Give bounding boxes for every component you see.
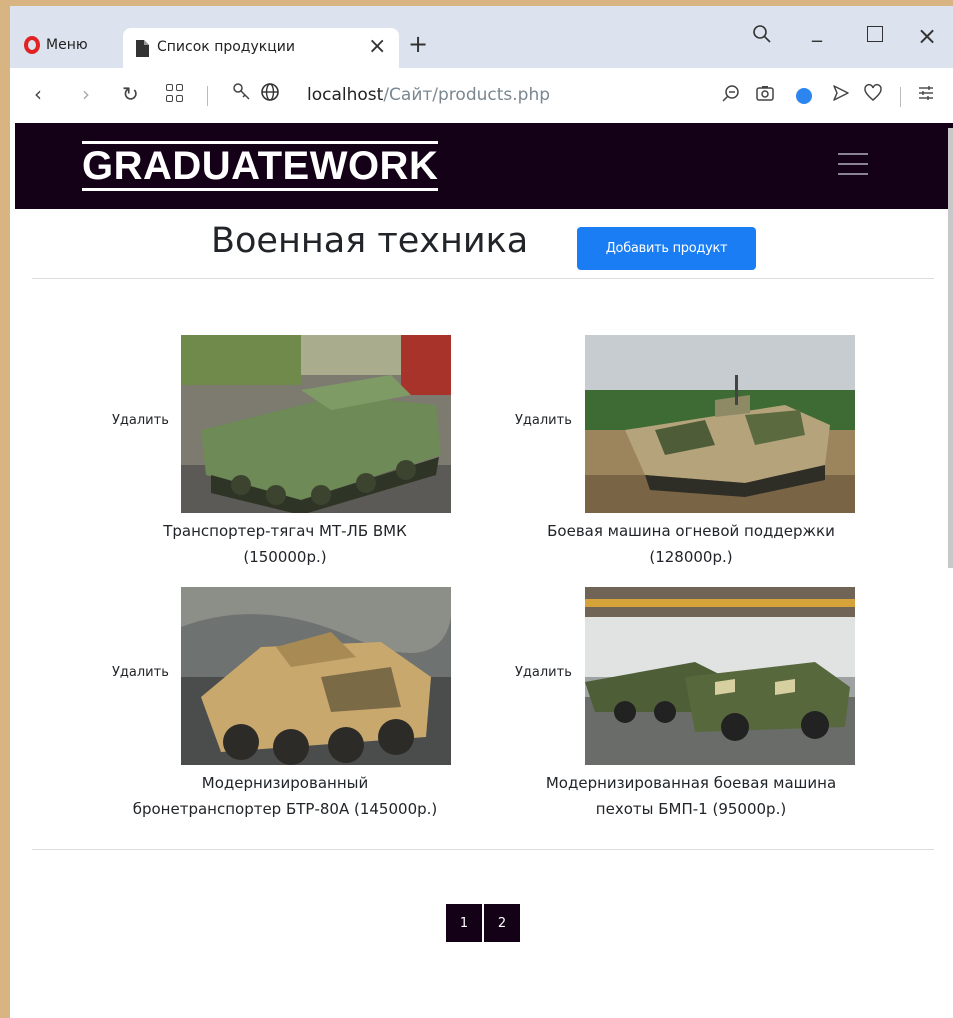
globe-icon[interactable]: [260, 82, 280, 102]
divider: [900, 87, 901, 107]
easy-setup-icon[interactable]: [916, 83, 936, 103]
product-name: Транспортер-тягач МТ-ЛБ ВМК: [163, 522, 407, 540]
adblock-shield-icon[interactable]: [796, 88, 812, 104]
opera-menu-button[interactable]: Меню: [24, 33, 88, 57]
product-price: (128000р.): [649, 548, 733, 566]
product-card: Удалить Транспортер-тягач МТ-ЛБ ВМК (150…: [70, 335, 500, 575]
site-brand[interactable]: GRADUATEWORK: [82, 141, 439, 191]
close-window-icon[interactable]: ×: [917, 22, 937, 50]
heart-icon[interactable]: [863, 83, 883, 103]
key-icon[interactable]: [232, 82, 252, 102]
product-caption: Модернизированный бронетранспортер БТР-8…: [70, 770, 500, 822]
url-field[interactable]: localhost/Сайт/products.php: [307, 85, 550, 105]
page-icon: [136, 40, 149, 57]
product-image[interactable]: [181, 335, 451, 513]
product-caption: Транспортер-тягач МТ-ЛБ ВМК (150000р.): [70, 518, 500, 570]
snapshot-icon[interactable]: [755, 83, 775, 103]
zoom-icon[interactable]: [721, 83, 741, 103]
product-name: Модернизированная боевая машина: [545, 774, 837, 792]
product-card: Удалить Модернизированный бронетранспорт…: [70, 587, 500, 827]
product-image[interactable]: [585, 335, 855, 513]
menu-label: Меню: [46, 37, 88, 53]
reload-icon[interactable]: ↻: [122, 82, 139, 106]
product-name: Боевая машина огневой поддержки: [547, 522, 835, 540]
close-tab-icon[interactable]: ×: [368, 34, 386, 59]
hamburger-menu-icon[interactable]: [838, 153, 868, 175]
tab-strip: Меню Список продукции × + _ ×: [10, 6, 953, 68]
page-content: GRADUATEWORK Военная техника Добавить пр…: [10, 123, 953, 1018]
divider: [32, 849, 934, 850]
forward-icon[interactable]: ›: [82, 82, 90, 106]
new-tab-icon[interactable]: +: [408, 30, 428, 58]
product-price: бронетранспортер БТР-80А (145000р.): [132, 800, 438, 818]
product-price: пехоты БМП-1 (95000р.): [595, 800, 787, 818]
product-card: Удалить Боевая машина огневой поддержки …: [476, 335, 906, 575]
add-product-button[interactable]: Добавить продукт: [577, 227, 756, 270]
page-title: Военная техника: [211, 221, 529, 261]
divider: [32, 278, 934, 279]
product-image[interactable]: [181, 587, 451, 765]
product-caption: Боевая машина огневой поддержки (128000р…: [476, 518, 906, 570]
minimize-icon[interactable]: _: [812, 18, 822, 42]
product-price: (150000р.): [243, 548, 327, 566]
browser-window: Меню Список продукции × + _ × ‹ › ↻ loca…: [10, 6, 953, 1018]
page-2-button[interactable]: 2: [484, 904, 520, 942]
delete-link[interactable]: Удалить: [515, 413, 572, 428]
tab-products[interactable]: Список продукции ×: [123, 28, 399, 68]
site-navbar: GRADUATEWORK: [15, 123, 953, 209]
address-bar: ‹ › ↻ localhost/Сайт/products.php: [10, 68, 953, 123]
send-icon[interactable]: [831, 83, 851, 103]
back-icon[interactable]: ‹: [34, 82, 42, 106]
opera-logo-icon: [24, 36, 40, 54]
product-name: Модернизированный: [201, 774, 369, 792]
speed-dial-icon[interactable]: [166, 84, 184, 102]
product-card: Удалить Модернизированная боевая машина …: [476, 587, 906, 827]
pagination: 1 2: [446, 904, 520, 942]
scrollbar[interactable]: [948, 128, 953, 568]
maximize-icon[interactable]: [867, 26, 883, 42]
delete-link[interactable]: Удалить: [515, 665, 572, 680]
divider: [207, 86, 208, 106]
product-image[interactable]: [585, 587, 855, 765]
url-host: localhost: [307, 85, 384, 105]
delete-link[interactable]: Удалить: [112, 413, 169, 428]
product-caption: Модернизированная боевая машина пехоты Б…: [476, 770, 906, 822]
delete-link[interactable]: Удалить: [112, 665, 169, 680]
url-path: /Сайт/products.php: [383, 85, 551, 105]
page-1-button[interactable]: 1: [446, 904, 482, 942]
search-tabs-icon[interactable]: [752, 24, 772, 44]
tab-title: Список продукции: [157, 39, 295, 55]
